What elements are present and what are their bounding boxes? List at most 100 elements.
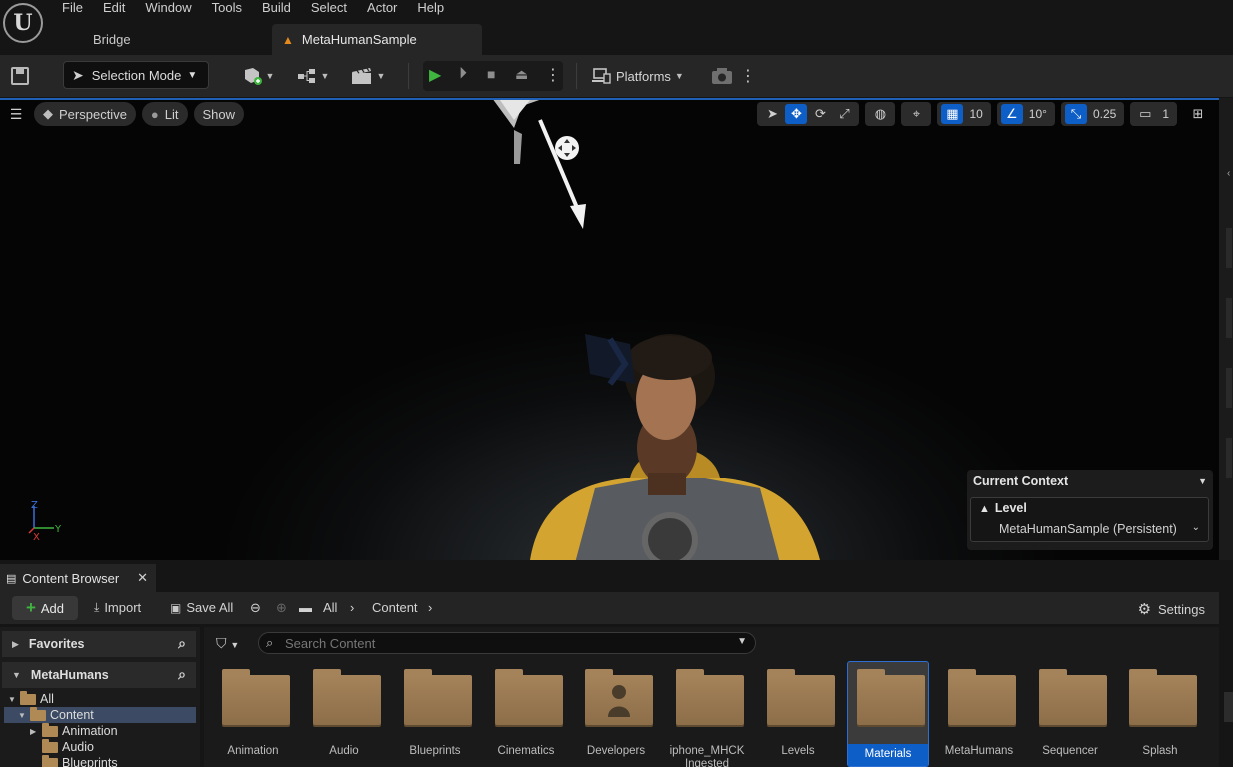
content-browser-title: Content Browser — [22, 570, 120, 586]
tree-item-label: Blueprints — [62, 756, 118, 767]
background-prop — [585, 334, 635, 386]
folder-path-icon[interactable]: ▬ — [299, 600, 312, 615]
add-actor-button[interactable]: ▼ — [240, 63, 276, 89]
asset-folder-sequencer[interactable]: Sequencer — [1029, 661, 1111, 767]
settings-button[interactable]: ⚙ Settings — [1138, 600, 1205, 618]
viewport-toolbar-right: ➤ ✥ ⟳ ⤢ ◍ ⌖ ▦ 10 ∠ 10° ⤡ 0.25 ▭ 1 ⊞ — [757, 102, 1213, 126]
breadcrumb-separator-icon[interactable]: › — [428, 600, 432, 615]
import-icon: ⤓ — [94, 600, 100, 614]
layout-button[interactable]: ⊞ — [1183, 102, 1213, 126]
breadcrumb-all[interactable]: All — [323, 600, 337, 615]
asset-folder-blueprints[interactable]: Blueprints — [394, 661, 476, 767]
tree-item-animation[interactable]: ▶ Animation — [4, 722, 196, 739]
metahuman-character[interactable] — [530, 328, 820, 560]
chevron-down-icon: ▼ — [265, 71, 275, 81]
lit-button[interactable]: ● Lit — [141, 102, 188, 126]
chevron-down-icon[interactable]: ⌄ — [1192, 522, 1200, 533]
hamburger-menu-icon[interactable]: ☰ — [4, 102, 28, 126]
folder-icon — [313, 669, 381, 725]
blueprints-button[interactable]: ▼ — [295, 63, 331, 89]
import-button[interactable]: ⤓ Import — [94, 600, 141, 615]
rotate-tool-icon[interactable]: ⟳ — [809, 104, 831, 124]
collapse-arrow-icon[interactable]: ‹ — [1227, 168, 1230, 179]
save-icon[interactable] — [9, 65, 31, 87]
show-button[interactable]: Show — [193, 102, 245, 126]
step-forward-icon[interactable]: ⏵ — [459, 65, 467, 83]
world-space-icon[interactable]: ◍ — [869, 104, 891, 124]
level-viewport[interactable]: ☰ ◆ Perspective ● Lit Show ➤ ✥ ⟳ ⤢ ◍ ⌖ ▦… — [0, 98, 1219, 560]
asset-folder-audio[interactable]: Audio — [303, 661, 385, 767]
tree-item-content[interactable]: ▼ Content — [4, 706, 196, 723]
tab-bridge[interactable]: Bridge — [50, 24, 272, 55]
context-level-value[interactable]: MetaHumanSample (Persistent) — [999, 522, 1177, 536]
tree-item-audio[interactable]: Audio — [4, 738, 196, 755]
save-all-label: Save All — [186, 600, 234, 615]
asset-folder-cinematics[interactable]: Cinematics — [485, 661, 567, 767]
asset-folder-animation[interactable]: Animation — [212, 661, 294, 767]
platforms-label: Platforms — [616, 68, 671, 84]
context-level-label: ▲ Level — [979, 501, 1027, 515]
play-icon[interactable]: ▶ — [429, 65, 441, 85]
filter-icon[interactable]: ⛉ ▼ — [216, 635, 239, 652]
rotation-snap[interactable]: ∠ 10° — [996, 102, 1055, 126]
light-gizmo[interactable] — [470, 98, 610, 238]
history-forward-icon[interactable]: ⊕ — [276, 600, 287, 616]
menu-window[interactable]: Window — [135, 0, 201, 17]
menu-select[interactable]: Select — [301, 0, 357, 17]
scale-tool-icon[interactable]: ⤢ — [833, 104, 855, 124]
settings-camera-icon[interactable] — [710, 66, 734, 86]
asset-label: Audio — [329, 745, 359, 757]
chevron-down-icon[interactable]: ▼ — [737, 636, 747, 647]
tab-metahumansample[interactable]: ▲ MetaHumanSample — [272, 24, 482, 55]
asset-folder-iphone-mhck-ingested[interactable]: iphone_MHCK Ingested — [666, 661, 748, 767]
asset-label: MetaHumans — [944, 745, 1014, 757]
search-icon[interactable]: ⌕ — [178, 635, 186, 652]
platforms-dropdown[interactable]: Platforms ▼ — [592, 63, 684, 89]
asset-folder-developers[interactable]: Developers — [575, 661, 657, 767]
menu-actor[interactable]: Actor — [357, 0, 407, 17]
main-toolbar: ➤ Selection Mode ▼ ▼ ▼ ▼ ▶ ⏵ ■ ⏏ ⋮ Platf… — [0, 55, 1233, 97]
menu-help[interactable]: Help — [407, 0, 454, 17]
favorites-header[interactable]: ▶ Favorites ⌕ — [2, 631, 196, 657]
select-tool-icon[interactable]: ➤ — [761, 104, 783, 124]
tab-content-browser[interactable]: ▤ Content Browser ✕ — [0, 564, 156, 592]
surface-snapping-icon[interactable]: ⌖ — [905, 104, 927, 124]
selection-mode-dropdown[interactable]: ➤ Selection Mode ▼ — [63, 61, 209, 89]
asset-folder-splash[interactable]: Splash — [1119, 661, 1201, 767]
menu-file[interactable]: File — [52, 0, 93, 17]
scale-snap[interactable]: ⤡ 0.25 — [1060, 102, 1125, 126]
stop-icon[interactable]: ■ — [487, 66, 495, 82]
menu-tools[interactable]: Tools — [202, 0, 252, 17]
grid-snap[interactable]: ▦ 10 — [937, 102, 991, 126]
cinematics-button[interactable]: ▼ — [349, 63, 387, 89]
asset-folder-metahumans[interactable]: MetaHumans — [938, 661, 1020, 767]
camera-speed[interactable]: ▭ 1 — [1130, 102, 1177, 126]
content-browser-scrollbar[interactable] — [1219, 592, 1233, 767]
add-button[interactable]: + Add — [12, 596, 78, 620]
menu-edit[interactable]: Edit — [93, 0, 135, 17]
asset-folder-levels[interactable]: Levels — [757, 661, 839, 767]
breadcrumb-content[interactable]: Content — [372, 600, 418, 615]
breadcrumb-separator-icon[interactable]: › — [350, 600, 354, 615]
move-tool-icon[interactable]: ✥ — [785, 104, 808, 124]
scale-snap-icon: ⤡ — [1064, 104, 1087, 124]
more-options-icon[interactable]: ⋮ — [545, 65, 561, 85]
unreal-logo-icon[interactable]: U — [3, 3, 43, 43]
more-options-icon[interactable]: ⋮ — [740, 66, 756, 86]
axis-indicator: Z Y X — [24, 498, 74, 546]
search-content-input[interactable] — [285, 635, 725, 651]
sources-panel: ▶ Favorites ⌕ ▼ MetaHumans ⌕ ▼ All ▼ Con… — [0, 627, 200, 767]
metahumans-header[interactable]: ▼ MetaHumans ⌕ — [2, 662, 196, 688]
close-icon[interactable]: ✕ — [137, 570, 148, 586]
caret-down-icon[interactable]: ▼ — [1198, 476, 1207, 486]
menu-build[interactable]: Build — [252, 0, 301, 17]
asset-folder-materials[interactable]: Materials — [847, 661, 929, 767]
tree-item-blueprints[interactable]: Blueprints — [4, 754, 196, 767]
search-icon[interactable]: ⌕ — [178, 666, 186, 683]
settings-label: Settings — [1158, 601, 1205, 617]
history-back-icon[interactable]: ⊖ — [250, 600, 261, 616]
save-all-button[interactable]: ▣ Save All — [170, 600, 233, 615]
eject-icon[interactable]: ⏏ — [515, 66, 528, 83]
tree-item-all[interactable]: ▼ All — [4, 690, 196, 707]
perspective-button[interactable]: ◆ Perspective — [34, 102, 136, 126]
